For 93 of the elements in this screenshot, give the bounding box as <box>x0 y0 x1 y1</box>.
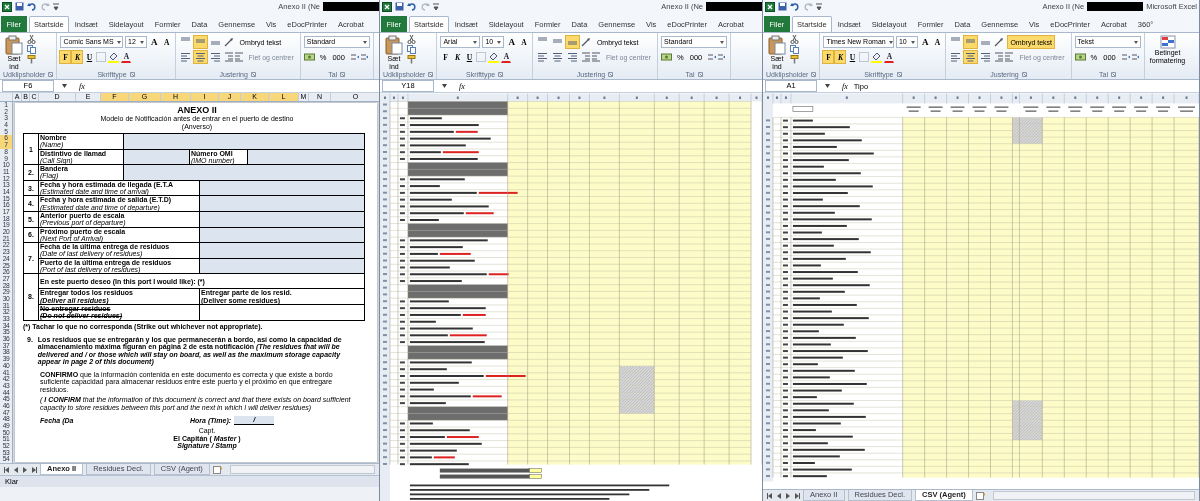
dropdown-icon[interactable] <box>825 84 830 88</box>
copy-icon[interactable] <box>27 45 37 54</box>
dropdown-icon[interactable] <box>62 84 67 88</box>
excel-icon[interactable] <box>765 1 775 12</box>
align-center-icon[interactable] <box>964 51 978 63</box>
currency-icon[interactable] <box>661 52 674 62</box>
excel-icon[interactable] <box>2 1 12 12</box>
customize-dropdown-icon[interactable] <box>53 2 59 11</box>
align-right-icon[interactable] <box>208 51 222 63</box>
undo-icon[interactable] <box>790 2 800 11</box>
fill-color-icon[interactable] <box>108 51 120 63</box>
dialog-launcher-icon[interactable] <box>129 72 135 77</box>
copy-icon[interactable] <box>790 45 800 54</box>
redaction-bar <box>706 2 762 11</box>
insert-sheet-icon[interactable] <box>212 465 223 474</box>
insert-function-button[interactable]: fx <box>79 81 85 91</box>
grow-font-button[interactable]: A <box>506 36 517 48</box>
undo-icon[interactable] <box>407 2 417 11</box>
format-painter-icon[interactable] <box>407 55 416 64</box>
entry-field[interactable] <box>199 180 364 196</box>
dialog-launcher-icon[interactable] <box>811 72 817 77</box>
last-sheet-icon[interactable] <box>794 492 800 499</box>
entry-field[interactable] <box>199 196 364 211</box>
dialog-launcher-icon[interactable] <box>697 72 703 77</box>
first-sheet-icon[interactable] <box>4 466 10 473</box>
horizontal-scrollbar[interactable] <box>992 491 1195 500</box>
save-icon[interactable] <box>778 2 787 11</box>
conditional-formatting-icon[interactable] <box>1159 35 1176 49</box>
align-center-icon[interactable] <box>193 51 207 63</box>
previous-sheet-icon[interactable] <box>13 466 19 473</box>
undo-icon[interactable] <box>27 2 37 11</box>
entry-field[interactable] <box>199 243 364 258</box>
redaction-bar <box>1087 2 1144 11</box>
copy-icon[interactable] <box>407 45 417 54</box>
align-right-icon[interactable] <box>565 51 579 63</box>
first-sheet-icon[interactable] <box>767 492 773 499</box>
dialog-launcher-icon[interactable] <box>498 72 504 77</box>
entry-field[interactable] <box>199 211 364 227</box>
grow-font-button[interactable]: A <box>919 36 931 48</box>
paste-icon[interactable] <box>5 35 23 55</box>
scissors-icon[interactable] <box>790 35 799 44</box>
format-painter-icon[interactable] <box>790 55 799 64</box>
scissors-icon[interactable] <box>27 35 36 44</box>
currency-icon[interactable] <box>303 52 316 62</box>
fill-color-icon[interactable] <box>488 51 500 63</box>
align-right-icon[interactable] <box>979 51 993 63</box>
form-title: ANEXO II <box>177 105 217 115</box>
dialog-launcher-icon[interactable] <box>340 72 346 77</box>
customize-dropdown-icon[interactable] <box>816 2 822 11</box>
orientation-icon[interactable] <box>223 37 235 47</box>
next-sheet-icon[interactable] <box>785 492 791 499</box>
entry-field[interactable] <box>123 165 364 180</box>
customize-dropdown-icon[interactable] <box>433 2 439 11</box>
dropdown-icon[interactable] <box>442 84 447 88</box>
fill-color-icon[interactable] <box>871 51 883 63</box>
dialog-launcher-icon[interactable] <box>250 72 256 77</box>
save-icon[interactable] <box>395 2 404 11</box>
decimal-icon[interactable] <box>706 52 727 62</box>
align-left-icon[interactable] <box>178 51 192 63</box>
last-sheet-icon[interactable] <box>31 466 37 473</box>
entry-field[interactable] <box>199 227 364 243</box>
align-left-icon[interactable] <box>535 51 549 63</box>
align-center-icon[interactable] <box>550 51 564 63</box>
currency-icon[interactable] <box>1074 52 1087 62</box>
next-sheet-icon[interactable] <box>22 466 28 473</box>
dialog-launcher-icon[interactable] <box>608 72 614 77</box>
orientation-icon[interactable] <box>994 37 1006 47</box>
decimal-icon[interactable] <box>1119 52 1140 62</box>
insert-sheet-icon[interactable] <box>975 491 986 500</box>
paste-icon[interactable] <box>768 35 786 55</box>
save-icon[interactable] <box>15 2 24 11</box>
dialog-launcher-icon[interactable] <box>1111 72 1117 77</box>
entry-field[interactable] <box>199 258 364 274</box>
scissors-icon[interactable] <box>407 35 416 44</box>
grow-font-button[interactable]: A <box>149 36 160 48</box>
insert-function-button[interactable]: fx <box>459 81 465 91</box>
orientation-icon[interactable] <box>580 37 592 47</box>
insert-function-button[interactable]: fx <box>842 81 848 91</box>
entry-field[interactable] <box>123 134 364 149</box>
previous-sheet-icon[interactable] <box>776 492 782 499</box>
entry-field[interactable] <box>247 149 364 165</box>
horizontal-scrollbar[interactable] <box>229 465 375 474</box>
dialog-launcher-icon[interactable] <box>1021 72 1027 77</box>
excel-icon[interactable] <box>382 1 392 12</box>
dialog-launcher-icon[interactable] <box>48 72 54 77</box>
align-left-icon[interactable] <box>949 51 963 63</box>
redaction-bar <box>323 2 379 11</box>
entry-field[interactable] <box>123 149 189 165</box>
dialog-launcher-icon[interactable] <box>896 72 902 77</box>
format-painter-icon[interactable] <box>27 55 36 64</box>
paste-icon[interactable] <box>385 35 403 55</box>
decimal-icon[interactable] <box>348 52 369 62</box>
dialog-launcher-icon[interactable] <box>428 72 434 77</box>
